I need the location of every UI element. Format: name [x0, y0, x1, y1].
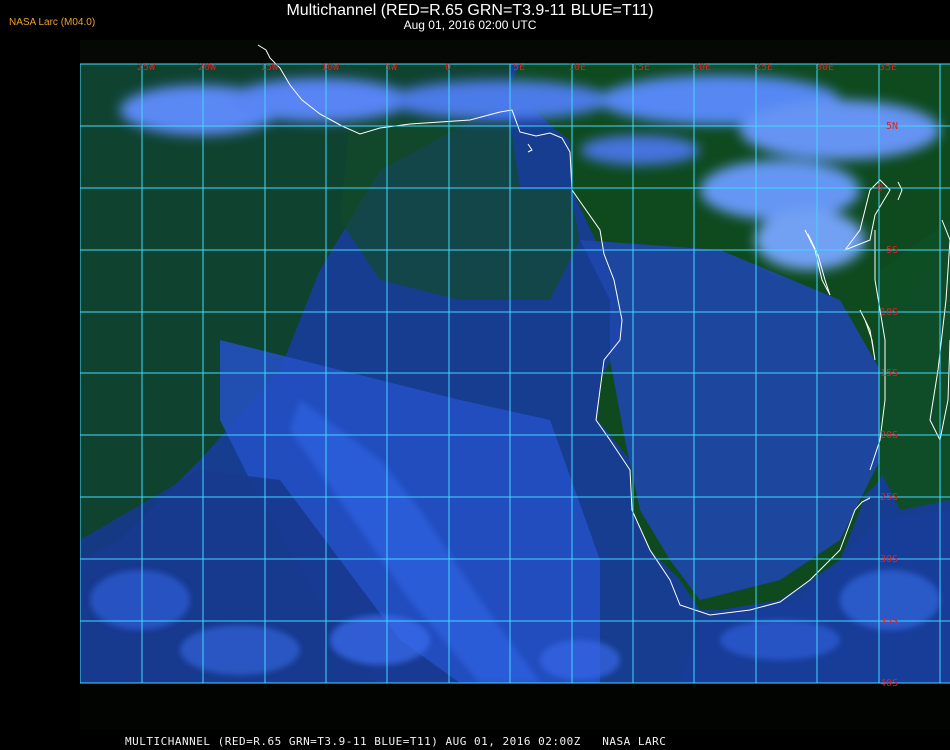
lon-label: 10W — [321, 62, 340, 73]
lon-label: 5E — [513, 62, 525, 73]
lon-label: 25W — [137, 62, 156, 73]
lon-label: 35E — [879, 62, 897, 73]
lat-label: 20S — [880, 430, 898, 441]
lat-label: 0 — [877, 183, 883, 194]
lat-label: 10S — [880, 307, 898, 318]
footer-caption: MULTICHANNEL (RED=R.65 GRN=T3.9-11 BLUE=… — [125, 735, 667, 748]
image-timestamp: Aug 01, 2016 02:00 UTC — [403, 18, 537, 32]
image-bottom-strip — [80, 683, 950, 730]
lon-label: 20E — [693, 62, 711, 73]
lon-label: 0 — [445, 62, 451, 73]
lat-label: 40S — [880, 678, 898, 689]
lon-label: 15E — [632, 62, 650, 73]
lat-label: 5N — [886, 121, 898, 132]
lat-label: 30S — [880, 554, 898, 565]
lon-label: 20W — [198, 62, 217, 73]
lon-label: 25E — [755, 62, 773, 73]
lon-label: 10E — [568, 62, 586, 73]
satellite-map[interactable]: 25W 20W 15W 10W 5W 0 5E 10E 15E 20E 25E … — [80, 40, 950, 730]
lat-label: 25S — [880, 492, 898, 503]
lat-label: 15S — [880, 368, 898, 379]
lon-label: 15W — [260, 62, 279, 73]
lat-label: 35S — [880, 616, 898, 627]
imagery-layer — [80, 64, 950, 730]
lat-label: 5S — [886, 245, 898, 256]
lon-label: 5W — [385, 62, 398, 73]
lon-label: 30E — [816, 62, 834, 73]
